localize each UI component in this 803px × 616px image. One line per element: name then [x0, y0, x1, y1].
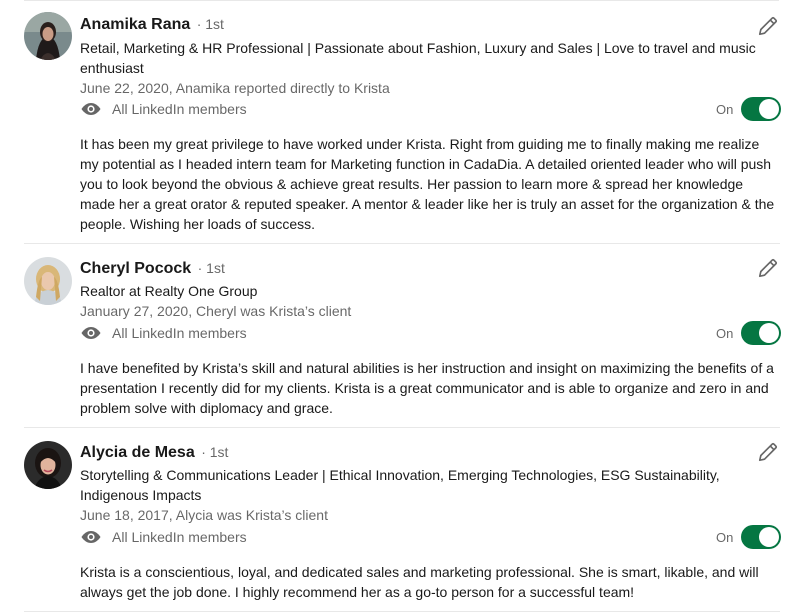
toggle-knob: [759, 527, 780, 547]
visibility-label: All LinkedIn members: [112, 325, 247, 341]
pencil-icon: [758, 258, 778, 278]
pencil-icon: [758, 442, 778, 462]
recommender-name[interactable]: Alycia de Mesa: [80, 444, 195, 461]
recommendation-text: I have benefited by Krista’s skill and n…: [80, 360, 774, 416]
edit-button[interactable]: [756, 14, 780, 38]
divider: [24, 0, 779, 1]
visibility-toggle[interactable]: [741, 97, 782, 121]
pencil-icon: [758, 16, 778, 36]
visibility-toggle-wrap: On: [716, 320, 782, 346]
visibility-setting: All LinkedIn members: [80, 97, 247, 121]
recommendations-list: Anamika Rana · 1st Retail, Marketing & H…: [0, 0, 803, 616]
avatar[interactable]: [24, 257, 72, 305]
connection-degree: · 1st: [196, 16, 224, 32]
name-line: Alycia de Mesa · 1st: [80, 444, 228, 464]
avatar[interactable]: [24, 441, 72, 489]
visibility-setting: All LinkedIn members: [80, 321, 247, 345]
connection-degree: · 1st: [197, 260, 225, 276]
toggle-knob: [759, 99, 780, 119]
recommendation-date-relationship: June 18, 2017, Alycia was Krista’s clien…: [80, 507, 328, 523]
divider: [24, 611, 780, 612]
recommendation-text: Krista is a conscientious, loyal, and de…: [80, 564, 759, 600]
avatar[interactable]: [24, 12, 72, 60]
visibility-toggle-wrap: On: [716, 96, 782, 122]
recommendation-date-relationship: January 27, 2020, Cheryl was Krista’s cl…: [80, 303, 352, 319]
divider: [24, 243, 780, 244]
eye-icon: [81, 103, 101, 115]
name-line: Anamika Rana · 1st: [80, 16, 224, 36]
visibility-label: All LinkedIn members: [112, 529, 247, 545]
visibility-setting: All LinkedIn members: [80, 525, 247, 549]
recommendation-text: It has been my great privilege to have w…: [80, 136, 775, 232]
toggle-label: On: [716, 325, 734, 341]
visibility-toggle-wrap: On: [716, 524, 782, 550]
divider: [24, 427, 780, 428]
recommender-name[interactable]: Cheryl Pocock: [80, 260, 191, 277]
toggle-label: On: [716, 101, 734, 117]
toggle-label: On: [716, 529, 734, 545]
name-line: Cheryl Pocock · 1st: [80, 260, 225, 280]
visibility-toggle[interactable]: [741, 321, 782, 345]
edit-button[interactable]: [756, 256, 780, 280]
visibility-label: All LinkedIn members: [112, 101, 247, 117]
recommendation-date-relationship: June 22, 2020, Anamika reported directly…: [80, 80, 390, 96]
connection-degree: · 1st: [201, 444, 229, 460]
recommender-headline: Storytelling & Communications Leader | E…: [80, 467, 720, 503]
eye-icon: [81, 327, 101, 339]
recommender-headline: Realtor at Realty One Group: [80, 283, 258, 299]
eye-icon: [81, 531, 101, 543]
recommender-headline: Retail, Marketing & HR Professional | Pa…: [80, 40, 756, 76]
visibility-toggle[interactable]: [741, 525, 782, 549]
recommender-name[interactable]: Anamika Rana: [80, 16, 190, 33]
toggle-knob: [759, 323, 780, 343]
edit-button[interactable]: [756, 440, 780, 464]
